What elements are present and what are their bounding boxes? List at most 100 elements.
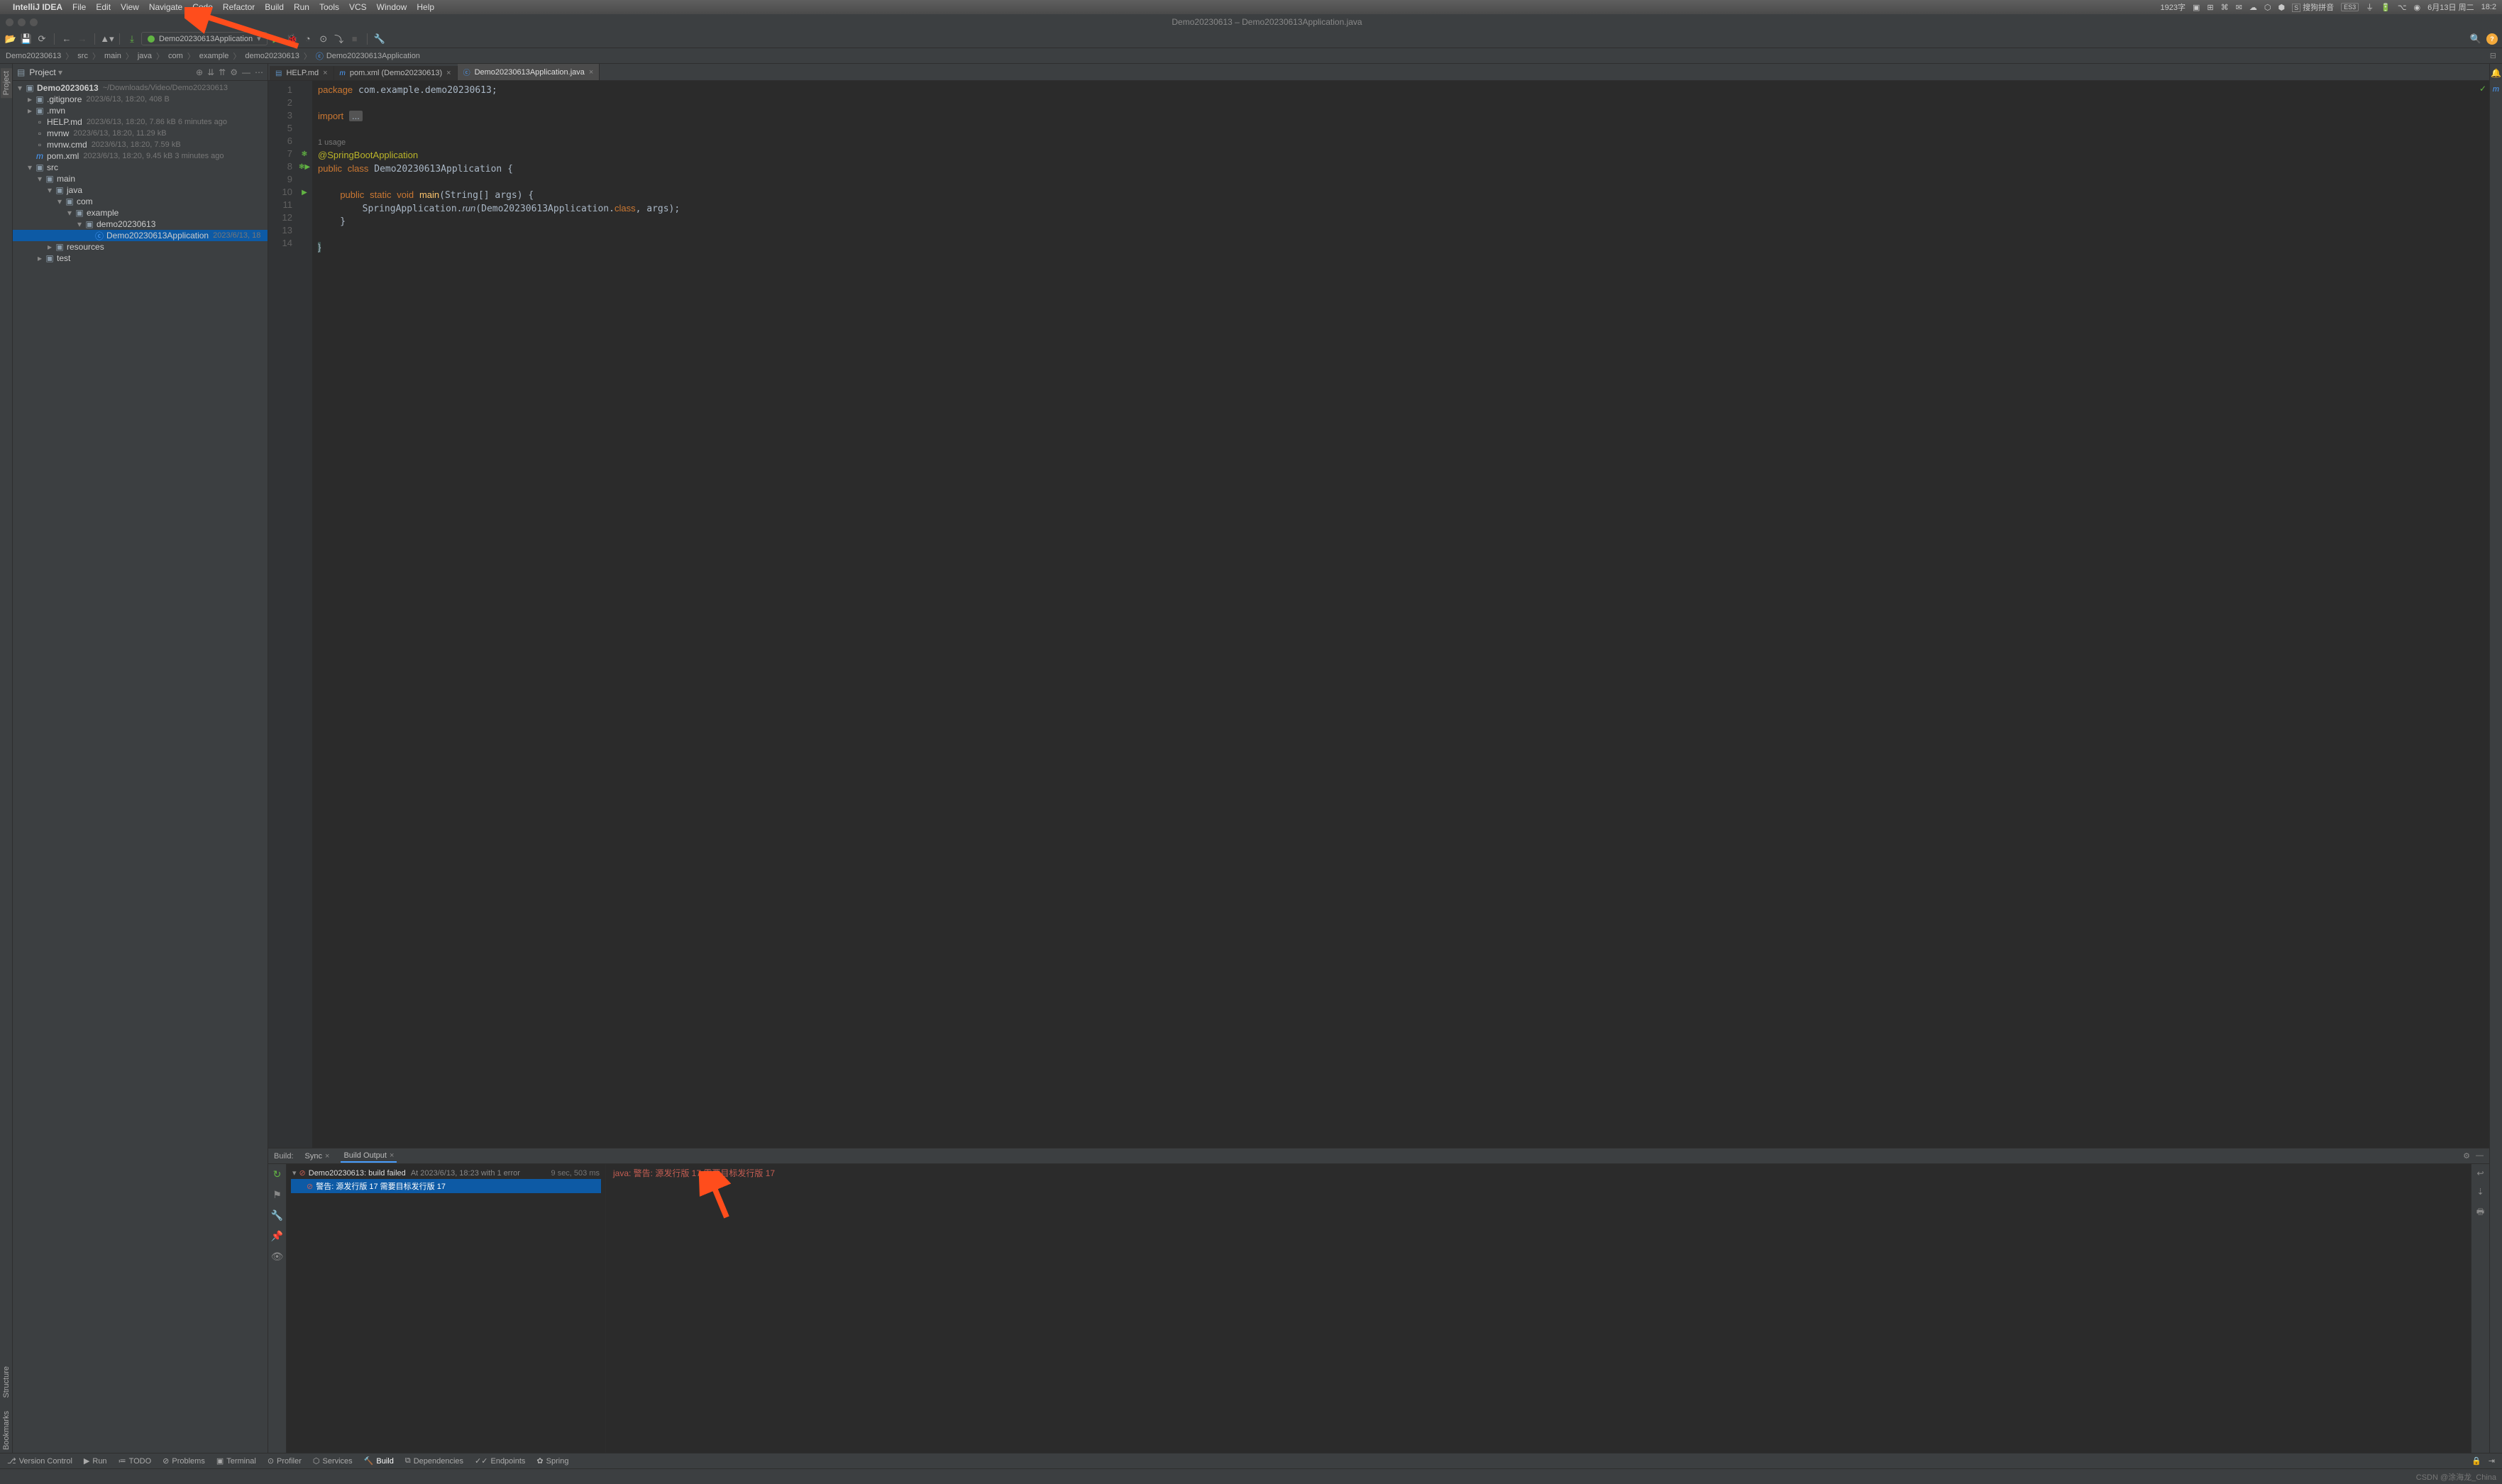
menu-navigate[interactable]: Navigate: [149, 2, 182, 12]
editor-body[interactable]: 123567891011121314 ❃ ❃ ▶ ▶ package com.e…: [268, 81, 2489, 1148]
bc-item[interactable]: Demo20230613: [6, 52, 61, 60]
tree-item[interactable]: ▾▣java: [13, 184, 268, 196]
tree-item[interactable]: ▾▣com: [13, 196, 268, 207]
build-output[interactable]: java: 警告: 源发行版 17 需要目标发行版 17: [606, 1164, 2471, 1453]
bc-item[interactable]: demo20230613: [245, 52, 299, 60]
app-name[interactable]: IntelliJ IDEA: [13, 2, 62, 12]
bottom-tab-todo[interactable]: ≔TODO: [119, 1456, 152, 1466]
add-config-icon[interactable]: ▲▾: [101, 33, 114, 45]
bc-item[interactable]: java: [138, 52, 152, 60]
print-icon[interactable]: 🖶: [2476, 1205, 2484, 1220]
menu-vcs[interactable]: VCS: [349, 2, 367, 12]
open-icon[interactable]: 📂: [4, 33, 17, 45]
tree-item[interactable]: ▾▣main: [13, 173, 268, 184]
menu-build[interactable]: Build: [265, 2, 284, 12]
date[interactable]: 6月13日 周二: [2427, 1, 2474, 13]
line-gutter[interactable]: 123567891011121314: [268, 81, 297, 1148]
tree-item[interactable]: mpom.xml2023/6/13, 18:20, 9.45 kB 3 minu…: [13, 150, 268, 162]
spring-gutter-icon[interactable]: ❃: [302, 150, 307, 158]
more-icon[interactable]: ⋯: [255, 67, 263, 77]
profile-icon[interactable]: ⊙: [317, 33, 330, 45]
indent-icon[interactable]: ⇥: [2489, 1456, 2495, 1466]
menu-tools[interactable]: Tools: [319, 2, 339, 12]
menubar-icon[interactable]: ⬡: [2264, 3, 2271, 12]
collapse-all-icon[interactable]: ⇈: [219, 67, 226, 77]
sync-icon[interactable]: ⟳: [35, 33, 48, 45]
spring-gutter-icon[interactable]: ❃: [299, 163, 304, 171]
bottom-tab-build[interactable]: 🔨Build: [364, 1456, 394, 1466]
menu-run[interactable]: Run: [294, 2, 309, 12]
tree-root[interactable]: ▾ ▣ Demo20230613 ~/Downloads/Video/Demo2…: [13, 82, 268, 94]
run-config-selector[interactable]: Demo20230613Application ▾: [141, 32, 268, 45]
attach-icon[interactable]: ⤵: [333, 33, 346, 45]
run-gutter-icon[interactable]: ▶: [304, 163, 310, 171]
hide-icon[interactable]: —: [2476, 1151, 2484, 1161]
menubar-icon[interactable]: ⊞: [2207, 3, 2213, 12]
menu-help[interactable]: Help: [417, 2, 434, 12]
close-icon[interactable]: ×: [323, 69, 327, 77]
search-icon[interactable]: 🔍: [2469, 33, 2482, 45]
pin-icon[interactable]: 📌: [271, 1230, 283, 1242]
project-header-label[interactable]: Project ▾: [29, 67, 192, 77]
bottom-tab-terminal[interactable]: ▣Terminal: [216, 1456, 256, 1466]
bottom-tab-version-control[interactable]: ⎇Version Control: [7, 1456, 72, 1466]
bottom-tab-problems[interactable]: ⊘Problems: [162, 1456, 205, 1466]
menu-view[interactable]: View: [121, 2, 139, 12]
structure-tab[interactable]: Structure: [1, 1363, 12, 1401]
settings-icon[interactable]: ⚙: [2463, 1151, 2470, 1161]
stop-icon[interactable]: ■: [348, 33, 361, 45]
settings-icon[interactable]: ⚙: [230, 67, 238, 77]
wechat-icon[interactable]: ✉: [2236, 3, 2242, 12]
menubar-icon[interactable]: ▣: [2193, 3, 2200, 12]
close-icon[interactable]: ×: [446, 69, 451, 77]
bc-item[interactable]: com: [168, 52, 183, 60]
bc-item[interactable]: Demo20230613Application: [326, 52, 420, 60]
expand-all-icon[interactable]: ⇊: [207, 67, 214, 77]
expand-icon[interactable]: 🔧: [271, 1209, 283, 1222]
wrench-icon[interactable]: 🔧: [373, 33, 386, 45]
avatar[interactable]: ?: [2486, 33, 2498, 45]
menubar-icon[interactable]: ⬢: [2278, 3, 2285, 12]
editor-tab-pom[interactable]: m pom.xml (Demo20230613) ×: [334, 66, 458, 80]
bottom-tab-run[interactable]: ▶Run: [84, 1456, 107, 1466]
ime-badge[interactable]: ES3: [2341, 3, 2359, 11]
tree-item[interactable]: ▸▣resources: [13, 241, 268, 253]
tree-item[interactable]: ▫mvnw2023/6/13, 18:20, 11.29 kB: [13, 128, 268, 139]
bottom-tab-profiler[interactable]: ⊙Profiler: [268, 1456, 302, 1466]
run-icon[interactable]: ▶: [270, 33, 283, 45]
traffic-lights[interactable]: [6, 18, 38, 26]
rerun-icon[interactable]: ↻: [273, 1168, 282, 1180]
forward-icon[interactable]: →: [76, 33, 89, 45]
bottom-tab-services[interactable]: ⬡Services: [313, 1456, 353, 1466]
vcs-update-icon[interactable]: ⤓: [126, 33, 138, 45]
build-output-tab[interactable]: Build Output ×: [341, 1150, 397, 1163]
save-icon[interactable]: 💾: [20, 33, 33, 45]
tree-item[interactable]: ▸▣test: [13, 253, 268, 264]
menu-file[interactable]: File: [72, 2, 86, 12]
ime-label[interactable]: S 搜狗拼音: [2292, 1, 2334, 13]
hide-icon[interactable]: —: [242, 67, 250, 77]
window-titlebar[interactable]: Demo20230613 – Demo20230613Application.j…: [0, 14, 2502, 30]
run-gutter-icon[interactable]: ▶: [302, 189, 307, 196]
editor-tab-app[interactable]: ⓒ Demo20230613Application.java ×: [458, 64, 600, 80]
tree-item[interactable]: ▾▣example: [13, 207, 268, 218]
bottom-tab-endpoints[interactable]: ✓✓Endpoints: [475, 1456, 525, 1466]
tree-item[interactable]: ⓒDemo20230613Application2023/6/13, 18: [13, 230, 268, 241]
menu-code[interactable]: Code: [192, 2, 213, 12]
build-tree[interactable]: ▾ ⊘ Demo20230613: build failed At 2023/6…: [287, 1164, 606, 1453]
siri-icon[interactable]: ◉: [2414, 3, 2421, 12]
bc-item[interactable]: main: [104, 52, 121, 60]
gutter-icons[interactable]: ❃ ❃ ▶ ▶: [297, 81, 312, 1148]
coverage-icon[interactable]: ◔: [302, 33, 314, 45]
notifications-icon[interactable]: 🔔: [2491, 68, 2501, 78]
lock-icon[interactable]: 🔒: [2471, 1456, 2481, 1466]
tree-item[interactable]: ▾▣demo20230613: [13, 218, 268, 230]
editor-tab-help[interactable]: ▤ HELP.md ×: [270, 66, 334, 80]
wifi-icon[interactable]: ⏚: [2366, 1, 2374, 13]
sync-tab[interactable]: Sync ×: [302, 1151, 333, 1162]
tree-item[interactable]: ▾▣src: [13, 162, 268, 173]
tree-item[interactable]: ▸▣.mvn: [13, 105, 268, 116]
project-tab[interactable]: Project: [1, 68, 12, 98]
project-tree[interactable]: ▾ ▣ Demo20230613 ~/Downloads/Video/Demo2…: [13, 81, 268, 1453]
bc-item[interactable]: src: [77, 52, 88, 60]
